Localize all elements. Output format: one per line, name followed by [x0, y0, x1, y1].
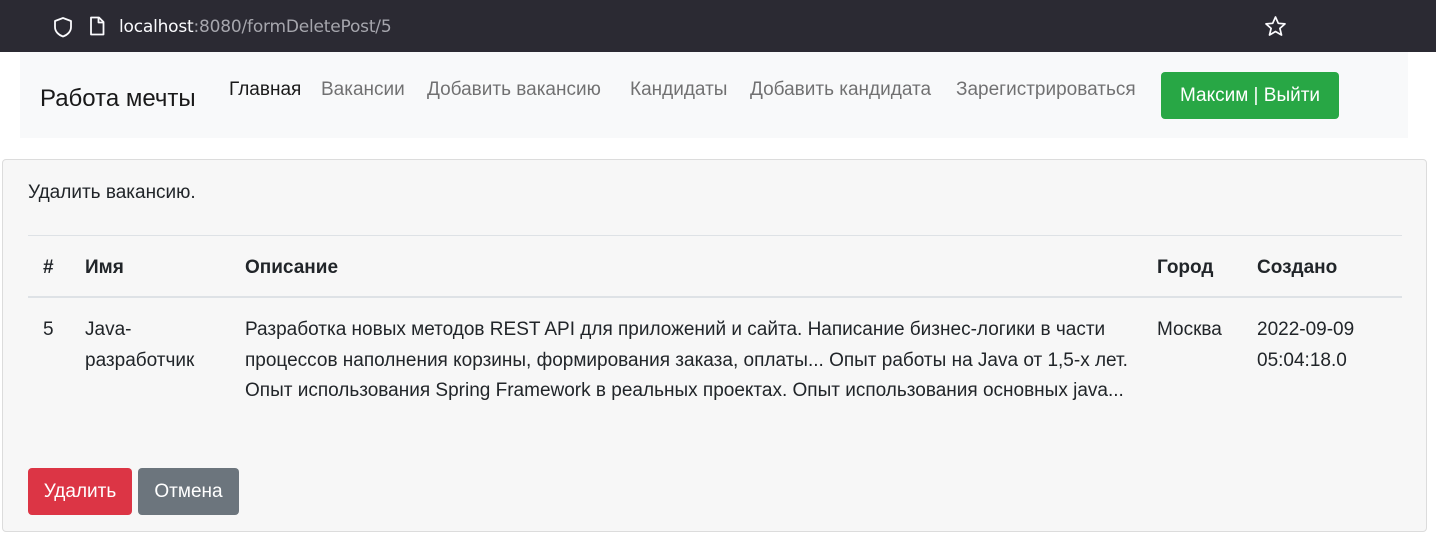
nav-link-home[interactable]: Главная: [229, 78, 301, 102]
shield-icon[interactable]: [52, 16, 74, 38]
cancel-button[interactable]: Отмена: [138, 468, 239, 515]
column-header-name: Имя: [85, 257, 124, 278]
navbar: Работа мечты Главная Вакансии Добавить в…: [20, 52, 1408, 138]
cell-number: 5: [43, 319, 54, 340]
delete-button[interactable]: Удалить: [28, 468, 132, 515]
star-icon[interactable]: [1264, 15, 1287, 38]
cell-created: 2022-09-09 05:04:18.0: [1257, 319, 1355, 371]
column-header-city: Город: [1157, 257, 1214, 278]
delete-vacancy-card: Удалить вакансию. # Имя Описание Город С…: [2, 159, 1427, 532]
column-header-number: #: [43, 257, 54, 278]
nav-link-add-candidate[interactable]: Добавить кандидата: [750, 78, 931, 102]
logout-button[interactable]: Максим | Выйти: [1161, 72, 1339, 119]
table-divider: [28, 235, 1402, 236]
column-header-created: Создано: [1257, 257, 1338, 278]
cell-name: Java-разработчик: [85, 319, 195, 371]
url-path: :8080/formDeletePost/5: [193, 17, 392, 37]
nav-link-candidates[interactable]: Кандидаты: [630, 78, 727, 102]
address-bar[interactable]: localhost:8080/formDeletePost/5: [119, 17, 392, 37]
nav-link-add-vacancy[interactable]: Добавить вакансию: [427, 78, 601, 102]
column-header-description: Описание: [245, 257, 339, 278]
navbar-brand[interactable]: Работа мечты: [40, 84, 196, 114]
nav-link-vacancies[interactable]: Вакансии: [321, 78, 405, 102]
card-title: Удалить вакансию.: [28, 182, 196, 203]
url-host: localhost: [119, 17, 194, 37]
page-icon: [88, 16, 106, 36]
cell-description: Разработка новых методов REST API для пр…: [245, 319, 1128, 401]
table-header-divider: [28, 296, 1402, 298]
browser-toolbar: localhost:8080/formDeletePost/5: [0, 0, 1436, 52]
cell-city: Москва: [1157, 319, 1222, 340]
nav-link-register[interactable]: Зарегистрироваться: [956, 78, 1136, 102]
